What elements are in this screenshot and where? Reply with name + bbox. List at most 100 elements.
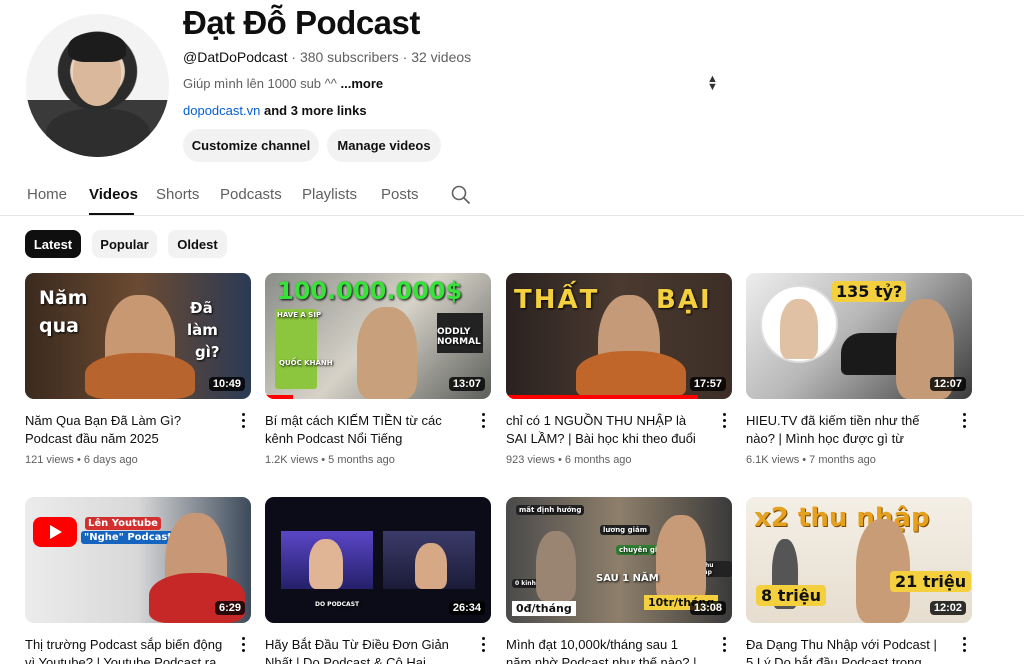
expand-arrows-icon[interactable]: ▲ ▼ [707, 74, 718, 93]
more-link[interactable]: ...more [340, 76, 383, 91]
customize-channel-button[interactable]: Customize channel [183, 129, 319, 162]
channel-links[interactable]: dopodcast.vn and 3 more links [183, 103, 367, 118]
thumb-text: mất định hướng [516, 505, 585, 515]
thumb-shirt [85, 353, 195, 399]
meta-separator: · [291, 49, 297, 65]
play-icon [50, 525, 62, 539]
manage-videos-button[interactable]: Manage videos [327, 129, 441, 162]
more-options-icon[interactable] [960, 413, 968, 429]
search-icon[interactable] [451, 185, 471, 205]
video-meta: 923 views • 6 months ago [506, 454, 632, 466]
tab-playlists[interactable]: Playlists [302, 186, 357, 203]
thumb-guest [780, 299, 818, 359]
video-title[interactable]: HIEU.TV đã kiếm tiền như thế nào? | Mình… [746, 412, 946, 448]
thumb-text: QUỐC KHÁNH [279, 359, 333, 367]
thumb-person [357, 307, 417, 399]
active-tab-indicator [89, 213, 134, 215]
thumb-text: qua [39, 315, 79, 337]
thumb-text: Lên Youtube [85, 517, 161, 530]
video-duration: 13:08 [689, 601, 726, 615]
thumb-shirt [149, 573, 245, 623]
thumb-text: lương giảm [600, 525, 651, 535]
meta-separator: · [402, 49, 408, 65]
thumb-text: THẤT [514, 285, 600, 315]
thumb-text: ODDLY NORMAL [437, 327, 481, 347]
thumb-text: Năm [39, 287, 88, 309]
channel-handle: @DatDoPodcast [183, 49, 288, 65]
video-title[interactable]: Mình đạt 10,000k/tháng sau 1 năm nhờ Pod… [506, 636, 706, 664]
thumb-text: Đã [190, 299, 213, 317]
chip-popular[interactable]: Popular [92, 230, 157, 258]
view-count: 121 views [25, 454, 74, 466]
thumb-text: x2 thu nhập [754, 503, 930, 533]
video-duration: 6:29 [214, 601, 245, 615]
view-count: 6.1K views [746, 454, 800, 466]
video-thumbnail[interactable]: Năm qua Đã làm gì? 10:49 [25, 273, 251, 399]
view-count: 923 views [506, 454, 555, 466]
avatar-shirt [46, 109, 150, 157]
more-options-icon[interactable] [720, 637, 728, 653]
thumb-text: 0đ/tháng [512, 601, 576, 616]
upload-age: 5 months ago [328, 454, 395, 466]
video-title[interactable]: Năm Qua Bạn Đã Làm Gì? Podcast đầu năm 2… [25, 412, 225, 448]
video-thumbnail[interactable]: THẤT BẠI 17:57 [506, 273, 732, 399]
more-options-icon[interactable] [960, 637, 968, 653]
video-duration: 13:07 [448, 377, 485, 391]
video-thumbnail[interactable]: Lên Youtube "Nghe" Podcast? 6:29 [25, 497, 251, 623]
video-thumbnail[interactable]: mất định hướng lương giảm chuyên gia 0 k… [506, 497, 732, 623]
tab-videos[interactable]: Videos [89, 186, 138, 203]
chip-latest[interactable]: Latest [25, 230, 81, 258]
channel-description[interactable]: Giúp mình lên 1000 sub ^^ ...more [183, 76, 383, 91]
more-links-label[interactable]: and 3 more links [264, 103, 367, 118]
channel-avatar[interactable] [26, 14, 169, 157]
channel-website-link[interactable]: dopodcast.vn [183, 103, 260, 118]
video-thumbnail[interactable]: x2 thu nhập 8 triệu 21 triệu 12:02 [746, 497, 972, 623]
more-options-icon[interactable] [479, 637, 487, 653]
upload-age: 6 days ago [83, 454, 138, 466]
tab-shorts[interactable]: Shorts [156, 186, 199, 203]
video-title[interactable]: Hãy Bắt Đầu Từ Điều Đơn Giản Nhất | Do P… [265, 636, 465, 664]
video-meta: 6.1K views • 7 months ago [746, 454, 876, 466]
video-meta: 121 views • 6 days ago [25, 454, 138, 466]
tab-podcasts[interactable]: Podcasts [220, 186, 282, 203]
thumb-text: gì? [195, 343, 220, 361]
channel-meta: @DatDoPodcast · 380 subscribers · 32 vid… [183, 49, 471, 65]
thumb-text: SAU 1 NĂM [596, 573, 659, 584]
video-duration: 26:34 [448, 601, 485, 615]
video-title[interactable]: Bí mật cách KIẾM TIỀN từ các kênh Podcas… [265, 412, 465, 448]
video-thumbnail[interactable]: DO PODCAST 26:34 [265, 497, 491, 623]
more-options-icon[interactable] [720, 413, 728, 429]
video-title[interactable]: chỉ có 1 NGUỒN THU NHẬP là SAI LẦM? | Bà… [506, 412, 706, 448]
thumb-text: 21 triệu [890, 571, 972, 592]
thumb-text: HAVE A SIP [277, 311, 322, 319]
thumb-shirt [576, 351, 686, 399]
tab-home[interactable]: Home [27, 186, 67, 203]
more-options-icon[interactable] [239, 413, 247, 429]
video-title[interactable]: Thị trường Podcast sắp biến động vì Yout… [25, 636, 225, 664]
video-duration: 12:02 [929, 601, 966, 615]
thumb-text: 135 tỷ? [832, 281, 907, 302]
video-title[interactable]: Đa Dạng Thu Nhập với Podcast | 5 Lý Do b… [746, 636, 946, 664]
chip-oldest[interactable]: Oldest [168, 230, 227, 258]
view-count: 1.2K views [265, 454, 319, 466]
thumb-text: BẠI [656, 285, 712, 315]
subscriber-count: 380 subscribers [299, 49, 399, 65]
tab-posts[interactable]: Posts [381, 186, 419, 203]
watch-progress [506, 395, 698, 399]
channel-tabs: Home Videos Shorts Podcasts Playlists Po… [0, 176, 1024, 216]
channel-title: Đạt Đỗ Podcast [183, 4, 420, 41]
video-thumbnail[interactable]: 135 tỷ? 12:07 [746, 273, 972, 399]
video-duration: 12:07 [929, 377, 966, 391]
video-count: 32 videos [411, 49, 472, 65]
upload-age: 7 months ago [809, 454, 876, 466]
video-thumbnail[interactable]: 100.000.000$ HAVE A SIP QUỐC KHÁNH ODDLY… [265, 273, 491, 399]
thumb-text: 8 triệu [756, 585, 826, 606]
more-options-icon[interactable] [239, 637, 247, 653]
thumb-text: làm [187, 321, 218, 339]
upload-age: 6 months ago [564, 454, 632, 466]
thumb-book [275, 309, 317, 389]
more-options-icon[interactable] [479, 413, 487, 429]
thumb-text: 100.000.000$ [277, 277, 463, 305]
thumb-person [656, 515, 706, 605]
video-duration: 10:49 [208, 377, 245, 391]
